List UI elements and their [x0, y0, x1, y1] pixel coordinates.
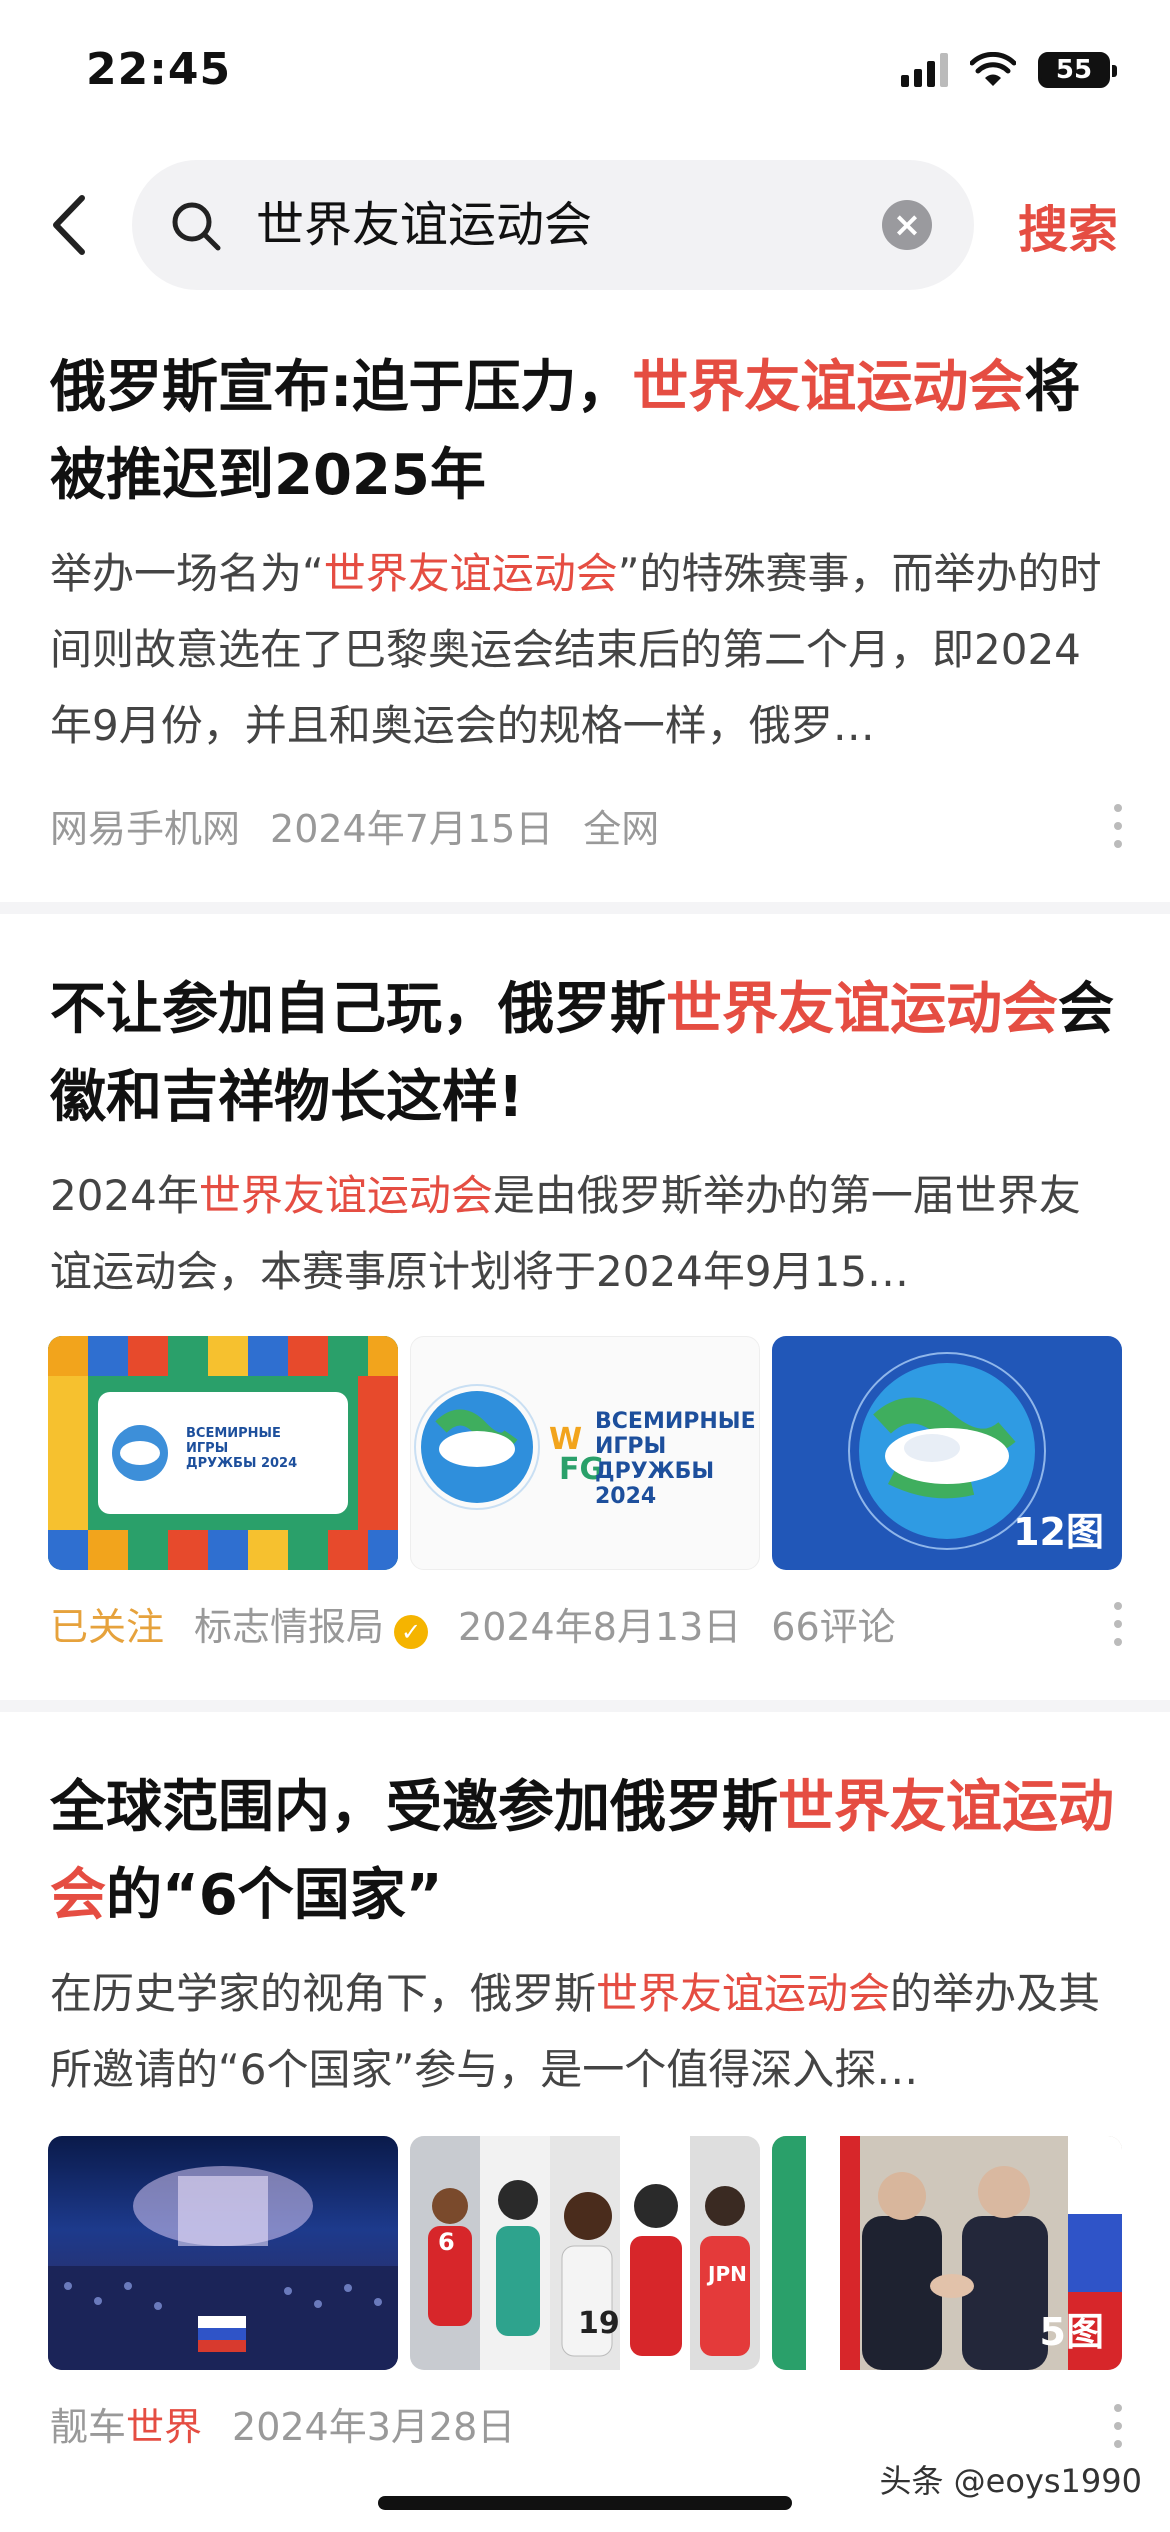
stadium-graphic: [48, 2166, 398, 2370]
verified-badge-icon: ✓: [394, 1615, 429, 1649]
title-text: 的“6个国家”: [106, 1863, 443, 1928]
article-card-2[interactable]: 不让参加自己玩，俄罗斯世界友谊运动会会徽和吉祥物长这样! 2024年世界友谊运动…: [0, 966, 1170, 1310]
watermark: 头条 @eoys1990: [879, 2462, 1143, 2500]
jersey-number: 19: [578, 2306, 620, 2341]
source-scope: 全网: [583, 807, 660, 851]
cellular-signal-icon: [901, 53, 948, 87]
image-count-badge: 12图: [1013, 1510, 1104, 1554]
status-icons: 55: [901, 52, 1117, 88]
thumbnail-image[interactable]: W FG ВСЕМИРНЫЕ ИГРЫ ДРУЖБЫ 2024: [410, 1336, 760, 1570]
source-text: 靓车: [50, 2405, 127, 2449]
summary-text: 在历史学家的视角下，俄罗斯: [50, 1969, 597, 2018]
more-options-icon[interactable]: [1114, 2404, 1124, 2448]
article-thumbnails-3: 6 19 JPN 5图: [48, 2136, 1122, 2370]
article-meta-1: 网易手机网 2024年7月15日 全网: [50, 798, 659, 853]
jersey-label: JPN: [708, 2262, 747, 2286]
image-count-badge: 5图: [1039, 2310, 1104, 2354]
thumbnail-image[interactable]: 6 19 JPN: [410, 2136, 760, 2370]
divider: [0, 902, 1170, 914]
article-card-1[interactable]: 俄罗斯宣布:迫于压力，世界友谊运动会将被推迟到2025年 举办一场名为“世界友谊…: [0, 344, 1170, 764]
logo-text: ДРУЖБЫ: [595, 1459, 715, 1484]
thumbnail-image[interactable]: 12图: [772, 1336, 1122, 1570]
source-name[interactable]: 靓车世界: [50, 2396, 202, 2451]
summary-text: 2024年: [50, 1171, 199, 1220]
follow-status[interactable]: 已关注: [50, 1596, 164, 1651]
summary-text: 举办一场名为“: [50, 549, 324, 598]
source-highlight: 世界: [126, 2405, 203, 2449]
title-text: 俄罗斯宣布:迫于压力，: [50, 355, 633, 420]
thumbnail-image[interactable]: ВСЕМИРНЫЕ ИГРЫ ДРУЖБЫ 2024: [48, 1336, 398, 1570]
logo-year: 2024: [260, 1456, 298, 1471]
article-summary: 2024年世界友谊运动会是由俄罗斯举办的第一届世界友谊运动会，本赛事原计划将于2…: [50, 1158, 1120, 1310]
title-text: 不让参加自己玩，俄罗斯: [50, 977, 666, 1042]
title-highlight: 世界友谊运动会: [632, 355, 1025, 420]
article-summary: 在历史学家的视角下，俄罗斯世界友谊运动会的举办及其所邀请的“6个国家”参与，是一…: [50, 1956, 1120, 2108]
logo-year: 2024: [595, 1484, 657, 1509]
logo-text: ВСЕМИРНЫЕ: [186, 1426, 281, 1441]
article-card-3[interactable]: 全球范围内，受邀参加俄罗斯世界友谊运动会的“6个国家” 在历史学家的视角下，俄罗…: [0, 1764, 1170, 2108]
status-bar: 22:45 55: [0, 0, 1170, 140]
comment-count[interactable]: 66评论: [771, 1596, 895, 1651]
jersey-number: 6: [438, 2228, 455, 2256]
logo-text: ИГРЫ: [595, 1434, 667, 1459]
article-meta-3: 靓车世界 2024年3月28日: [50, 2396, 515, 2451]
article-summary: 举办一场名为“世界友谊运动会”的特殊赛事，而举办的时间则故意选在了巴黎奥运会结束…: [50, 536, 1120, 764]
battery-icon: 55: [1038, 52, 1117, 88]
article-thumbnails-2: ВСЕМИРНЫЕ ИГРЫ ДРУЖБЫ 2024 W FG ВСЕМИРНЫ…: [48, 1336, 1122, 1570]
summary-highlight: 世界友谊运动会: [596, 1969, 891, 2018]
search-icon: [172, 202, 221, 251]
publish-date: 2024年7月15日: [270, 807, 554, 851]
back-arrow-icon[interactable]: [40, 190, 100, 260]
publish-date: 2024年3月28日: [232, 2405, 516, 2449]
thumbnail-image[interactable]: 5图: [772, 2136, 1122, 2370]
thumbnail-image[interactable]: [48, 2136, 398, 2370]
search-box[interactable]: 世界友谊运动会 ×: [132, 160, 974, 290]
clear-input-icon[interactable]: ×: [882, 200, 932, 250]
title-text: 全球范围内，受邀参加俄罗斯: [50, 1775, 778, 1840]
more-options-icon[interactable]: [1114, 804, 1124, 848]
title-highlight: 世界友谊运动会: [666, 977, 1058, 1042]
divider: [0, 1700, 1170, 1712]
source-name-wrap[interactable]: 标志情报局 ✓: [194, 1596, 429, 1651]
summary-highlight: 世界友谊运动会: [323, 549, 618, 598]
search-button[interactable]: 搜索: [1018, 190, 1118, 262]
summary-highlight: 世界友谊运动会: [198, 1171, 493, 1220]
wifi-icon: [970, 52, 1016, 86]
more-options-icon[interactable]: [1114, 1602, 1124, 1646]
source-name: 标志情报局: [194, 1605, 385, 1649]
status-time: 22:45: [86, 44, 232, 95]
article-title[interactable]: 俄罗斯宣布:迫于压力，世界友谊运动会将被推迟到2025年: [50, 344, 1120, 520]
logo-text: ВСЕМИРНЫЕ: [595, 1409, 756, 1434]
publish-date: 2024年8月13日: [458, 1605, 742, 1649]
search-input[interactable]: 世界友谊运动会: [256, 188, 876, 262]
article-title[interactable]: 全球范围内，受邀参加俄罗斯世界友谊运动会的“6个国家”: [50, 1764, 1120, 1940]
search-header: 世界友谊运动会 × 搜索: [0, 150, 1170, 300]
article-title[interactable]: 不让参加自己玩，俄罗斯世界友谊运动会会徽和吉祥物长这样!: [50, 966, 1120, 1142]
logo-text: ДРУЖБЫ: [186, 1456, 257, 1471]
source-name[interactable]: 网易手机网: [50, 798, 240, 853]
logo-text: ИГРЫ: [186, 1441, 229, 1456]
home-indicator[interactable]: [378, 2496, 792, 2510]
article-meta-2: 已关注 标志情报局 ✓ 2024年8月13日 66评论: [50, 1596, 896, 1651]
battery-level: 55: [1055, 55, 1093, 85]
